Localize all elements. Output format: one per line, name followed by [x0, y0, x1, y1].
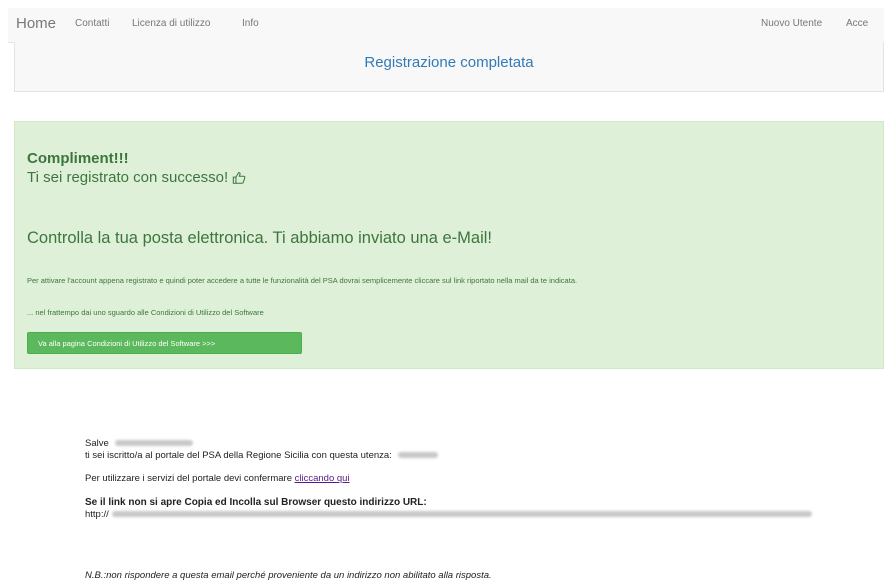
email-registered-line: ti sei iscritto/a al portale del PSA del…: [85, 450, 439, 461]
alert-success-text: Ti sei registrato con successo!: [27, 169, 229, 186]
thumbs-up-icon: [232, 171, 246, 184]
email-copy-instruction: Se il link non si apre Copia ed Incolla …: [85, 497, 427, 508]
redacted-username: [398, 452, 439, 459]
alert-success-line: Ti sei registrato con successo!: [27, 169, 246, 186]
conditions-page-button[interactable]: Va alla pagina Condizioni di Utilizzo de…: [27, 332, 302, 354]
page-title: Registrazione completata: [364, 54, 534, 71]
confirm-link[interactable]: cliccando qui: [295, 473, 350, 484]
email-url-line: http://: [85, 509, 813, 520]
nav-link-accedi[interactable]: Acce: [846, 18, 868, 29]
email-greeting-line: Salve: [85, 438, 194, 449]
redacted-name: [115, 440, 194, 447]
nav-link-nuovo-utente[interactable]: Nuovo Utente: [761, 18, 822, 29]
alert-instructions: Per attivare l'account appena registrato…: [27, 276, 578, 285]
email-confirm-line: Per utilizzare i servizi del portale dev…: [85, 473, 350, 484]
alert-note: ... nel frattempo dai uno sguardo alle C…: [27, 308, 264, 317]
email-footer-note: N.B.:non rispondere a questa email perch…: [85, 570, 492, 581]
email-url-prefix: http://: [85, 509, 109, 520]
nav-link-licenza[interactable]: Licenza di utilizzo: [132, 18, 210, 29]
alert-check-email-heading: Controlla la tua posta elettronica. Ti a…: [27, 229, 493, 247]
success-alert: Compliment!!! Ti sei registrato con succ…: [14, 121, 884, 369]
email-confirm-text: Per utilizzare i servizi del portale dev…: [85, 473, 292, 484]
top-navbar: Home Contatti Licenza di utilizzo Info N…: [8, 8, 884, 43]
alert-congrats: Compliment!!!: [27, 150, 129, 167]
email-registered-text: ti sei iscritto/a al portale del PSA del…: [85, 450, 392, 461]
nav-home-link[interactable]: Home: [16, 15, 56, 32]
nav-link-info[interactable]: Info: [242, 18, 259, 29]
redacted-url: [112, 511, 813, 518]
nav-link-contatti[interactable]: Contatti: [75, 18, 109, 29]
email-greeting: Salve: [85, 438, 109, 449]
title-panel: Registrazione completata: [14, 42, 884, 92]
